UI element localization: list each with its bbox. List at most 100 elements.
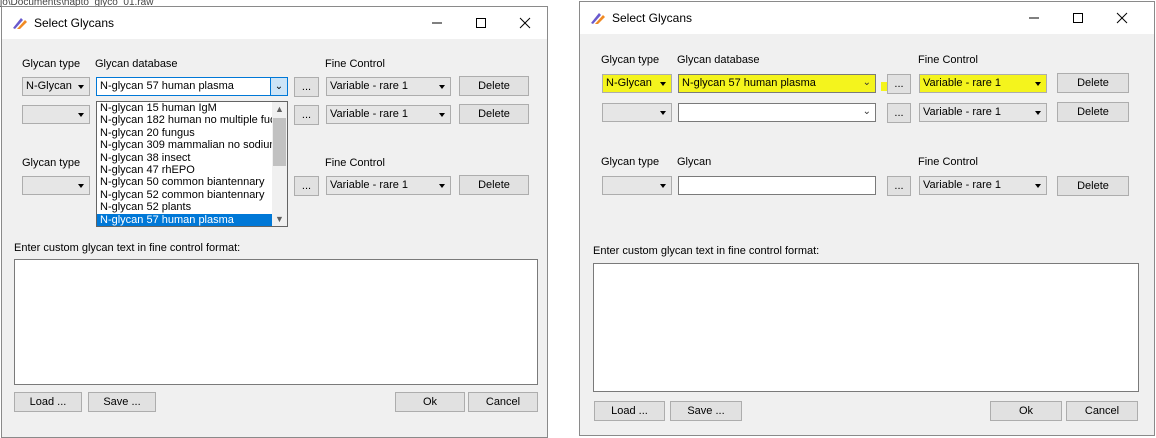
right-screenshot: Select Glycans Glycan type Glycan databa… (579, 0, 1156, 438)
title-bar: Select Glycans (2, 7, 547, 39)
glycan-type-header: Glycan type (601, 54, 660, 66)
fine-control-select-3[interactable]: Variable - rare 1 (919, 176, 1047, 195)
scroll-up-icon[interactable]: ▲ (272, 102, 287, 116)
maximize-button[interactable] (1056, 2, 1100, 34)
custom-glycan-textarea[interactable] (593, 263, 1139, 392)
glycan-type-header-2: Glycan type (601, 156, 660, 168)
chevron-down-icon[interactable]: ⌄ (270, 78, 287, 95)
dropdown-arrow-icon (1035, 184, 1041, 188)
glycan-input-3[interactable] (678, 176, 876, 195)
delete-button-2[interactable]: Delete (1057, 102, 1129, 122)
select-glycans-dialog: Select Glycans Glycan type Glycan databa… (579, 1, 1155, 436)
custom-glycan-textarea[interactable] (14, 259, 538, 385)
dropdown-arrow-icon (660, 82, 666, 86)
fine-control-select-1[interactable]: Variable - rare 1 (326, 77, 451, 96)
glycan-database-select-1[interactable]: N-glycan 57 human plasma ⌄ (678, 74, 876, 93)
dropdown-arrow-icon (1035, 82, 1041, 86)
browse-button-3[interactable]: ... (887, 176, 911, 196)
fine-control-header: Fine Control (918, 54, 978, 66)
dropdown-arrow-icon (660, 111, 666, 115)
dropdown-option[interactable]: N-glycan 50 common biantennary (97, 176, 272, 188)
close-button[interactable] (1100, 2, 1144, 34)
glycan-type-select-2[interactable] (602, 103, 672, 122)
custom-glycan-label: Enter custom glycan text in fine control… (593, 245, 820, 257)
glycan-type-select-1[interactable]: N-Glycan (22, 77, 90, 96)
glycan-database-select-2[interactable]: ⌄ (678, 103, 876, 122)
minimize-icon (432, 22, 442, 24)
dropdown-option[interactable]: N-glycan 309 mammalian no sodium (97, 139, 272, 151)
close-icon (1116, 12, 1128, 24)
dropdown-option[interactable]: N-glycan 182 human no multiple fucose (97, 114, 272, 126)
glycan-type-select-3[interactable] (22, 176, 90, 195)
cancel-button[interactable]: Cancel (1066, 401, 1138, 421)
maximize-icon (476, 18, 486, 28)
glycan-type-select-3[interactable] (602, 176, 672, 195)
load-button[interactable]: Load ... (594, 401, 665, 421)
dropdown-option[interactable]: N-glycan 52 common biantennary (97, 189, 272, 201)
fine-control-select-2[interactable]: Variable - rare 1 (919, 103, 1047, 122)
delete-button-3[interactable]: Delete (1057, 176, 1129, 196)
glycan-header: Glycan (677, 156, 712, 168)
fine-control-header: Fine Control (325, 58, 385, 70)
left-screenshot: jo\Documents\hapto_glyco_01.raw Select G… (0, 0, 550, 438)
glycan-type-select-1[interactable]: N-Glycan (602, 74, 672, 93)
dropdown-arrow-icon (439, 85, 445, 89)
save-button[interactable]: Save ... (670, 401, 742, 421)
fine-control-select-3[interactable]: Variable - rare 1 (326, 176, 451, 195)
glycan-database-header: Glycan database (95, 58, 178, 70)
glycan-type-select-2[interactable] (22, 105, 90, 124)
load-button[interactable]: Load ... (14, 392, 82, 412)
dropdown-arrow-icon (78, 113, 84, 117)
save-button[interactable]: Save ... (88, 392, 156, 412)
custom-glycan-label: Enter custom glycan text in fine control… (14, 242, 241, 254)
scrollbar-thumb[interactable] (273, 118, 286, 166)
app-icon (591, 13, 605, 24)
glycan-type-header-2: Glycan type (22, 157, 81, 169)
fine-control-select-1[interactable]: Variable - rare 1 (919, 74, 1047, 93)
browse-button-1[interactable]: ... (294, 77, 319, 97)
chevron-down-icon: ⌄ (862, 77, 871, 88)
minimize-button[interactable] (1012, 2, 1056, 34)
browse-button-3[interactable]: ... (294, 176, 319, 196)
glycan-database-select-1[interactable]: N-glycan 57 human plasma ⌄ (96, 77, 288, 96)
dropdown-option[interactable]: N-glycan 38 insect (97, 152, 272, 164)
dropdown-option[interactable]: N-glycan 15 human IgM (97, 102, 272, 114)
glycan-database-header: Glycan database (677, 54, 760, 66)
close-icon (519, 17, 531, 29)
dropdown-option[interactable]: N-glycan 47 rhEPO (97, 164, 272, 176)
glycan-type-header: Glycan type (22, 58, 81, 70)
browse-button-1[interactable]: ... (887, 74, 911, 94)
dropdown-option[interactable]: N-glycan 20 fungus (97, 127, 272, 139)
browse-button-2[interactable]: ... (294, 105, 319, 125)
delete-button-3[interactable]: Delete (459, 175, 529, 195)
fine-control-select-2[interactable]: Variable - rare 1 (326, 105, 451, 124)
fine-control-header-2: Fine Control (918, 156, 978, 168)
maximize-icon (1073, 13, 1083, 23)
glycan-database-dropdown: N-glycan 15 human IgM N-glycan 182 human … (96, 101, 288, 227)
minimize-icon (1029, 17, 1039, 19)
delete-button-1[interactable]: Delete (459, 76, 529, 96)
dropdown-option[interactable]: N-glycan 52 plants (97, 201, 272, 213)
ok-button[interactable]: Ok (990, 401, 1062, 421)
dropdown-arrow-icon (78, 184, 84, 188)
dropdown-arrow-icon (439, 113, 445, 117)
dropdown-arrow-icon (660, 184, 666, 188)
dropdown-arrow-icon (78, 85, 84, 89)
app-icon (13, 18, 27, 29)
delete-button-1[interactable]: Delete (1057, 73, 1129, 93)
maximize-button[interactable] (459, 7, 503, 39)
close-button[interactable] (503, 7, 547, 39)
browse-button-2[interactable]: ... (887, 103, 911, 123)
ok-button[interactable]: Ok (395, 392, 465, 412)
minimize-button[interactable] (415, 7, 459, 39)
scroll-down-icon[interactable]: ▼ (272, 212, 287, 226)
select-glycans-dialog: Select Glycans Glycan type Glycan databa… (1, 6, 548, 438)
delete-button-2[interactable]: Delete (459, 104, 529, 124)
dropdown-arrow-icon (439, 184, 445, 188)
dropdown-option[interactable]: N-glycan 57 human plasma (97, 213, 272, 226)
dropdown-arrow-icon (1035, 111, 1041, 115)
chevron-down-icon: ⌄ (862, 106, 871, 117)
dialog-title: Select Glycans (612, 11, 693, 25)
fine-control-header-2: Fine Control (325, 157, 385, 169)
cancel-button[interactable]: Cancel (468, 392, 538, 412)
